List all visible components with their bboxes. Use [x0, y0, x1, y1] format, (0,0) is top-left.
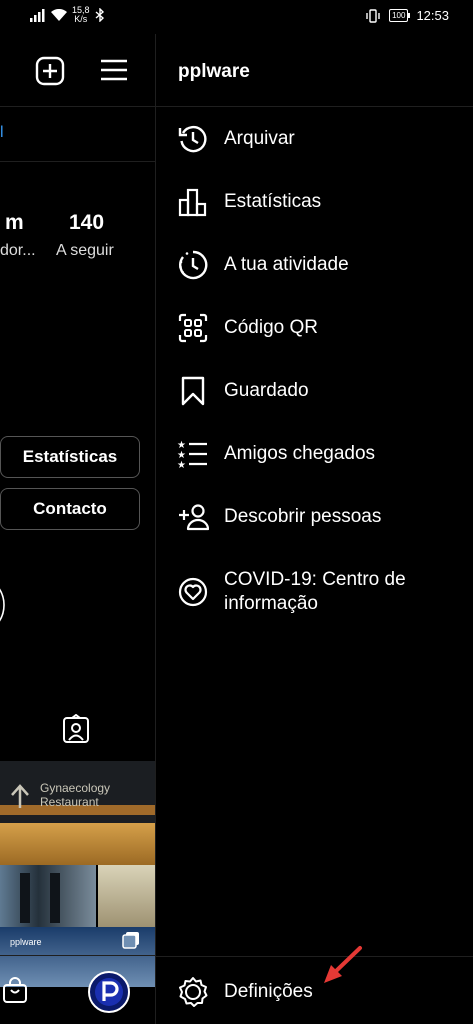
profile-pane[interactable]: l m dor... 140 A seguir Estatísticas Con… — [0, 34, 155, 1024]
status-right: 100 12:53 — [365, 8, 449, 23]
signal-icon — [30, 8, 45, 22]
sign-text-line2: Restaurant — [40, 795, 99, 809]
grid-photo-corridor[interactable] — [98, 865, 155, 927]
hamburger-menu-icon[interactable] — [100, 58, 128, 82]
menu-item-activity[interactable]: A tua atividade — [156, 235, 473, 295]
clock: 12:53 — [416, 8, 449, 23]
battery-indicator: 100 — [389, 9, 411, 22]
profile-link-partial[interactable]: l — [0, 124, 4, 142]
add-person-icon — [176, 500, 210, 534]
grid-photo-entrance[interactable] — [0, 865, 96, 927]
status-left: 15,8 K/s — [30, 6, 105, 24]
bookmark-icon — [176, 374, 210, 408]
bottom-nav-divider — [0, 955, 155, 956]
followers-count-partial[interactable]: m — [5, 211, 24, 235]
qr-code-icon — [176, 311, 210, 345]
tagged-photos-icon[interactable] — [62, 714, 90, 744]
svg-text:★: ★ — [177, 460, 186, 470]
side-drawer: pplware Arquivar Estatísticas A tua ativ… — [156, 34, 473, 1024]
menu-item-discover-people[interactable]: Descobrir pessoas — [156, 487, 473, 547]
grid-photo-signage[interactable]: Gynaecology Restaurant — [0, 761, 155, 823]
menu-label-discover-people: Descobrir pessoas — [224, 506, 382, 527]
photo-brand-text: pplware — [10, 937, 42, 947]
menu-label-activity: A tua atividade — [224, 254, 349, 275]
drawer-header-divider — [156, 106, 473, 107]
shop-icon[interactable] — [2, 977, 28, 1003]
following-count[interactable]: 140 — [69, 211, 104, 235]
profile-avatar-icon[interactable] — [88, 971, 130, 1013]
covid-info-icon — [176, 575, 210, 609]
settings-menu-item[interactable]: Definições — [156, 962, 473, 1022]
close-friends-icon: ★ ★ ★ — [176, 437, 210, 471]
network-speed-unit: K/s — [74, 14, 88, 24]
menu-item-saved[interactable]: Guardado — [156, 361, 473, 421]
header-divider — [0, 106, 155, 107]
menu-label-covid-info: COVID-19: Centro de informação — [224, 569, 406, 614]
insights-icon — [176, 185, 210, 219]
annotation-arrow-icon — [324, 946, 362, 983]
menu-label-close-friends: Amigos chegados — [224, 443, 376, 464]
insights-button[interactable]: Estatísticas — [0, 436, 140, 478]
menu-label-qr-code: Código QR — [224, 317, 318, 338]
activity-icon — [176, 248, 210, 282]
following-label: A seguir — [56, 242, 114, 259]
grid-photo-wood[interactable] — [0, 823, 155, 865]
drawer-username: pplware — [178, 61, 250, 82]
multiple-photos-icon — [122, 932, 139, 949]
followers-label-partial: dor... — [0, 242, 36, 259]
menu-item-qr-code[interactable]: Código QR — [156, 298, 473, 358]
contact-button[interactable]: Contacto — [0, 488, 140, 530]
status-bar: 15,8 K/s 100 12:53 — [0, 0, 473, 34]
archive-icon — [176, 122, 210, 156]
menu-item-archive[interactable]: Arquivar — [156, 109, 473, 169]
drawer-footer-divider — [156, 956, 473, 957]
network-speed: 15,8 K/s — [72, 6, 90, 24]
story-highlight-circle[interactable] — [0, 572, 9, 638]
link-divider — [0, 161, 155, 162]
menu-item-close-friends[interactable]: ★ ★ ★ Amigos chegados — [156, 424, 473, 484]
settings-label: Definições — [224, 981, 313, 1002]
up-arrow-sign-icon — [11, 784, 29, 808]
menu-item-covid-info[interactable]: COVID-19: Centro de informação — [156, 556, 473, 628]
settings-gear-icon — [176, 975, 210, 1009]
add-post-icon[interactable] — [35, 56, 65, 86]
menu-label-archive: Arquivar — [224, 128, 295, 149]
menu-label-saved: Guardado — [224, 380, 309, 401]
wifi-icon — [51, 8, 67, 21]
menu-item-insights[interactable]: Estatísticas — [156, 172, 473, 232]
sign-text-line1: Gynaecology — [40, 781, 111, 795]
bluetooth-icon — [95, 8, 104, 22]
vibrate-icon — [366, 8, 380, 23]
menu-label-insights: Estatísticas — [224, 191, 322, 212]
